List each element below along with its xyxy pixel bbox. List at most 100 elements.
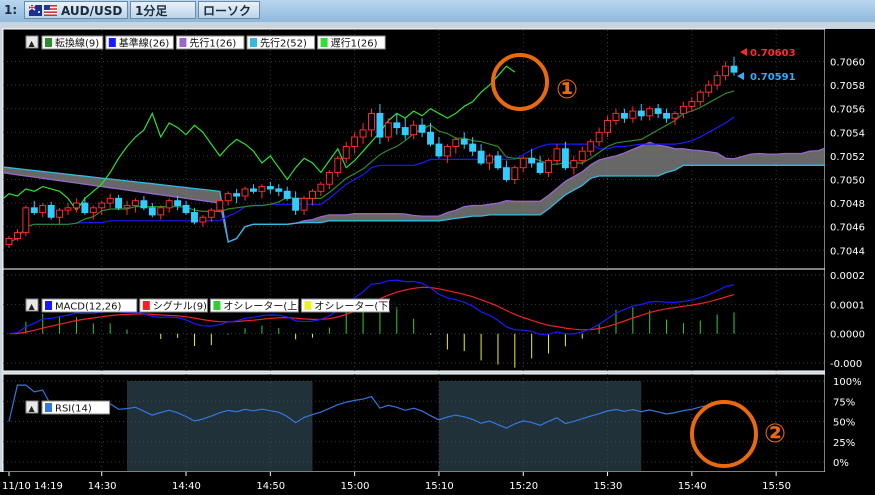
legend-label: RSI(14)	[55, 404, 92, 415]
candle-body	[89, 207, 97, 214]
candle-body	[98, 202, 106, 209]
candle-body	[64, 207, 72, 211]
legend-label: 遅行1(26)	[331, 37, 378, 50]
legend-swatch	[304, 301, 312, 310]
candle-body	[418, 124, 426, 133]
candle-body	[620, 112, 628, 119]
collapse-arrow-icon: ▲	[29, 302, 36, 311]
candle-body	[292, 197, 300, 211]
chart-type-selector[interactable]: ローソク	[198, 1, 260, 19]
rsi-tick-label: 0%	[833, 458, 849, 469]
legend-label: 転換線(9)	[55, 37, 99, 50]
candle-body	[460, 138, 468, 145]
price-tick-label: 0.7046	[830, 223, 865, 234]
legend-swatch	[142, 301, 150, 310]
candle-body	[561, 148, 569, 169]
candle-body	[224, 193, 232, 202]
candle-body	[334, 157, 342, 173]
price-tick-label: 0.7050	[830, 176, 865, 187]
candle-body	[376, 112, 384, 138]
candle-body	[469, 143, 477, 152]
candle-body	[629, 110, 637, 119]
candle-body	[578, 150, 586, 162]
annotation-label-1: ①	[556, 75, 578, 105]
legend-swatch	[250, 38, 257, 47]
legend-label: MACD(12,26)	[55, 302, 122, 313]
bid-price-label: 0.70591	[750, 72, 796, 83]
time-tick-label: 14:30	[88, 481, 117, 492]
candle-body	[688, 101, 696, 107]
candle-body	[654, 108, 662, 114]
legend-swatch	[45, 403, 52, 412]
candle-body	[570, 160, 578, 169]
candle-body	[536, 162, 544, 173]
candle-body	[427, 131, 434, 145]
symbol-selector[interactable]: AUD/USD	[24, 1, 128, 19]
rsi-shaded-range	[127, 381, 313, 471]
candle-body	[528, 157, 536, 164]
candle-body	[5, 238, 13, 245]
candle-body	[241, 188, 249, 197]
price-tick-label: 0.7048	[830, 199, 865, 210]
candle-body	[140, 200, 148, 209]
candle-body	[477, 150, 485, 164]
candle-body	[233, 193, 241, 197]
time-tick-label: 15:20	[509, 481, 538, 492]
legend-swatch	[179, 38, 187, 47]
candle-body	[502, 167, 510, 180]
candle-body	[325, 171, 333, 185]
legend-swatch	[108, 38, 116, 47]
rsi-shaded-range	[438, 381, 642, 471]
candle-body	[275, 188, 283, 192]
candle-body	[612, 112, 620, 121]
rsi-tick-label: 75%	[833, 397, 855, 408]
candle-body	[39, 204, 47, 214]
rsi-tick-label: 50%	[833, 418, 855, 429]
chart-type-label: ローソク	[203, 4, 252, 18]
candle-body	[410, 124, 418, 136]
candle-body	[106, 197, 114, 204]
candle-body	[81, 202, 89, 214]
candle-body	[22, 207, 30, 234]
time-tick-label: 15:10	[425, 481, 454, 492]
legend-label: 先行1(26)	[189, 37, 236, 50]
price-tick-label: 0.7060	[830, 58, 865, 69]
timeframe-selector[interactable]: 1分足	[130, 1, 196, 19]
candle-body	[148, 207, 156, 216]
macd-tick-label: -0.000	[830, 359, 862, 370]
legend-swatch	[213, 301, 221, 310]
candle-body	[191, 212, 198, 223]
legend-label: シグナル(9)	[153, 300, 207, 313]
candle-body	[47, 204, 55, 218]
price-tick-label: 0.7056	[830, 105, 865, 116]
candle-body	[393, 122, 401, 129]
candle-body	[595, 131, 603, 143]
collapse-arrow-icon: ▲	[29, 39, 36, 48]
candle-body	[132, 200, 139, 206]
candle-body	[13, 232, 21, 240]
legend-label: オシレーター(下降)	[314, 300, 402, 313]
candle-body	[182, 204, 190, 214]
candle-body	[553, 148, 561, 162]
time-tick-label: 14:50	[256, 481, 285, 492]
candle-body	[309, 190, 316, 199]
candle-body	[663, 112, 671, 119]
candle-body	[443, 145, 451, 157]
annotation-label-2: ②	[764, 419, 786, 449]
candle-body	[165, 200, 173, 209]
legend-label: 先行2(52)	[260, 37, 307, 50]
price-tick-label: 0.7044	[830, 246, 865, 257]
candle-body	[359, 129, 367, 138]
candle-body	[671, 112, 679, 119]
candle-body	[115, 197, 123, 209]
candle-body	[30, 207, 38, 214]
macd-tick-label: 0.0002	[830, 271, 865, 282]
time-tick-label: 15:30	[594, 481, 623, 492]
candle-body	[317, 183, 325, 192]
candle-body	[679, 105, 687, 114]
legend-swatch	[45, 301, 52, 310]
price-tick-label: 0.7052	[830, 152, 865, 163]
candle-body	[199, 216, 207, 223]
candle-body	[216, 200, 224, 211]
price-panel[interactable]	[2, 28, 826, 270]
